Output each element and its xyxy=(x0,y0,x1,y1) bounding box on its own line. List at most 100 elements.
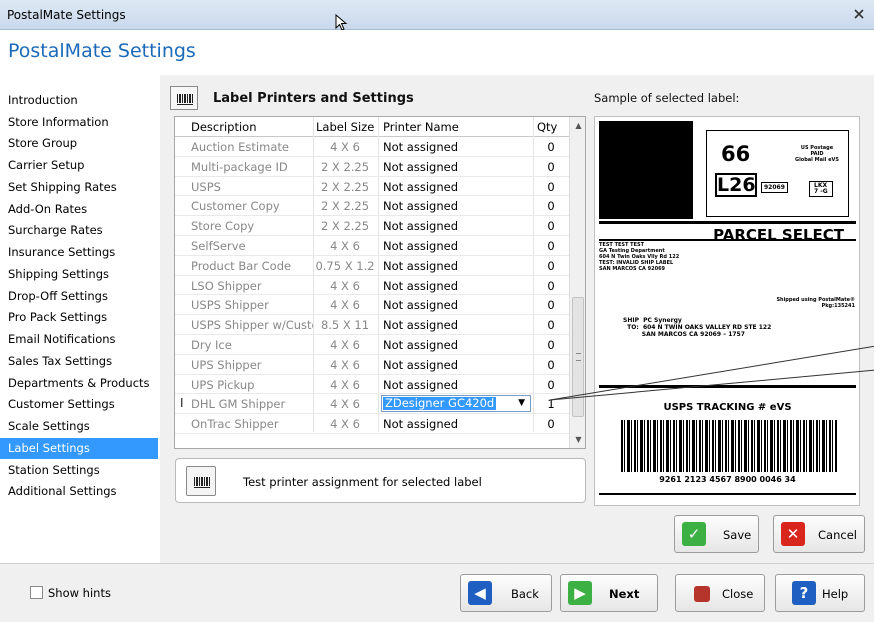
sidebar-item-set-shipping-rates[interactable]: Set Shipping Rates xyxy=(0,177,158,198)
barcode-icon xyxy=(194,477,210,488)
row-printer-name[interactable]: Not assigned xyxy=(383,378,533,392)
sidebar-item-drop-off-settings[interactable]: Drop-Off Settings xyxy=(0,286,158,307)
row-qty[interactable]: 0 xyxy=(533,199,569,213)
test-printer-button[interactable] xyxy=(186,466,216,496)
row-label-size: 4 X 6 xyxy=(330,140,360,154)
row-qty[interactable]: 0 xyxy=(533,239,569,253)
table-row[interactable]: Multi-package ID 2 X 2.25 Not assigned 0 xyxy=(175,157,569,177)
chevron-down-icon[interactable]: ▼ xyxy=(518,398,525,408)
row-description: UPS Pickup xyxy=(191,377,255,392)
checkmark-icon: ✓ xyxy=(682,522,706,546)
sidebar-item-customer-settings[interactable]: Customer Settings xyxy=(0,394,158,415)
window-titlebar: PostalMate Settings xyxy=(0,0,874,31)
sidebar-item-store-information[interactable]: Store Information xyxy=(0,112,158,133)
sidebar-item-sales-tax-settings[interactable]: Sales Tax Settings xyxy=(0,351,158,372)
column-header-label-size[interactable]: Label Size xyxy=(316,120,374,134)
row-qty[interactable]: 0 xyxy=(533,298,569,312)
window-close-icon[interactable] xyxy=(852,7,866,21)
back-button[interactable]: ◀ Back xyxy=(460,574,552,612)
sidebar-item-introduction[interactable]: Introduction xyxy=(0,90,158,111)
close-button[interactable]: Close xyxy=(675,574,765,612)
label-zone: 66 xyxy=(721,142,751,166)
label-indicia-block xyxy=(599,121,693,219)
row-printer-name[interactable]: Not assigned xyxy=(383,239,533,253)
sidebar-item-pro-pack-settings[interactable]: Pro Pack Settings xyxy=(0,307,158,328)
label-barcode xyxy=(621,420,837,472)
column-header-printer-name[interactable]: Printer Name xyxy=(383,120,459,134)
table-row[interactable]: USPS 2 X 2.25 Not assigned 0 xyxy=(175,177,569,197)
table-row[interactable]: OnTrac Shipper 4 X 6 Not assigned 0 xyxy=(175,414,569,434)
sidebar-item-additional-settings[interactable]: Additional Settings xyxy=(0,481,158,502)
table-row[interactable]: Store Copy 2 X 2.25 Not assigned 0 xyxy=(175,216,569,236)
table-row[interactable]: UPS Shipper 4 X 6 Not assigned 0 xyxy=(175,355,569,375)
row-printer-name[interactable]: Not assigned xyxy=(383,219,533,233)
row-printer-name[interactable]: Not assigned xyxy=(383,279,533,293)
next-button-label: Next xyxy=(609,587,640,601)
row-printer-name[interactable]: Not assigned xyxy=(383,140,533,154)
sidebar-item-shipping-settings[interactable]: Shipping Settings xyxy=(0,264,158,285)
table-row[interactable]: Dry Ice 4 X 6 Not assigned 0 xyxy=(175,335,569,355)
next-button[interactable]: ▶ Next xyxy=(560,574,658,612)
row-printer-name[interactable]: Not assigned xyxy=(383,338,533,352)
table-row-selected[interactable]: I DHL GM Shipper 4 X 6 ZDesigner GC420d … xyxy=(175,394,569,415)
row-printer-name[interactable]: Not assigned xyxy=(383,318,533,332)
row-label-size: 4 X 6 xyxy=(330,397,360,412)
sidebar-item-station-settings[interactable]: Station Settings xyxy=(0,460,158,481)
row-label-size: 4 X 6 xyxy=(330,278,360,293)
row-label-size: 4 X 6 xyxy=(330,357,360,372)
row-qty[interactable]: 0 xyxy=(533,160,569,174)
row-qty[interactable]: 0 xyxy=(533,140,569,154)
row-qty[interactable]: 0 xyxy=(533,318,569,332)
table-row[interactable]: Product Bar Code 0.75 X 1.2 Not assigned… xyxy=(175,256,569,276)
save-button[interactable]: ✓ Save xyxy=(674,515,759,553)
table-row[interactable]: LSO Shipper 4 X 6 Not assigned 0 xyxy=(175,276,569,296)
sidebar-item-carrier-setup[interactable]: Carrier Setup xyxy=(0,155,158,176)
row-printer-name[interactable]: Not assigned xyxy=(383,160,533,174)
sidebar-item-email-notifications[interactable]: Email Notifications xyxy=(0,329,158,350)
table-row[interactable]: SelfServe 4 X 6 Not assigned 0 xyxy=(175,236,569,256)
row-printer-name[interactable]: Not assigned xyxy=(383,180,533,194)
row-qty[interactable]: 0 xyxy=(533,219,569,233)
row-printer-name[interactable]: Not assigned xyxy=(383,199,533,213)
row-printer-name[interactable]: Not assigned xyxy=(383,358,533,372)
row-qty[interactable]: 0 xyxy=(533,259,569,273)
callout-lines xyxy=(549,346,874,401)
sidebar-item-add-on-rates[interactable]: Add-On Rates xyxy=(0,199,158,220)
row-label-size: 2 X 2.25 xyxy=(320,159,370,174)
sidebar-item-store-group[interactable]: Store Group xyxy=(0,133,158,154)
sidebar-item-surcharge-rates[interactable]: Surcharge Rates xyxy=(0,220,158,241)
help-button[interactable]: ? Help xyxy=(775,574,865,612)
row-printer-name[interactable]: Not assigned xyxy=(383,417,533,431)
sidebar-item-departments-products[interactable]: Departments & Products xyxy=(0,373,158,394)
label-printer-icon xyxy=(170,86,198,110)
table-row[interactable]: UPS Pickup 4 X 6 Not assigned 0 xyxy=(175,375,569,395)
table-row[interactable]: Customer Copy 2 X 2.25 Not assigned 0 xyxy=(175,196,569,217)
row-label-size: 4 X 6 xyxy=(330,377,360,392)
show-hints-checkbox[interactable] xyxy=(30,586,43,599)
table-row[interactable]: USPS Shipper 4 X 6 Not assigned 0 xyxy=(175,295,569,316)
printer-select-dropdown[interactable]: ZDesigner GC420d ▼ xyxy=(381,395,531,413)
table-row[interactable]: Auction Estimate 4 X 6 Not assigned 0 xyxy=(175,137,569,157)
label-shipped-using: Shipped using PostalMate® Pkg:135241 xyxy=(776,297,855,309)
close-button-label: Close xyxy=(722,587,754,601)
column-header-qty[interactable]: Qty xyxy=(537,120,557,134)
row-qty[interactable]: 0 xyxy=(533,417,569,431)
label-printers-grid[interactable]: Description Label Size Printer Name Qty … xyxy=(174,116,586,449)
row-qty[interactable]: 0 xyxy=(533,180,569,194)
row-description: DHL GM Shipper xyxy=(191,397,286,412)
sidebar-item-insurance-settings[interactable]: Insurance Settings xyxy=(0,242,158,263)
sidebar-item-scale-settings[interactable]: Scale Settings xyxy=(0,416,158,437)
row-printer-name[interactable]: Not assigned xyxy=(383,259,533,273)
cancel-button[interactable]: ✕ Cancel xyxy=(773,515,865,553)
row-label-size: 4 X 6 xyxy=(330,417,360,432)
row-qty[interactable]: 0 xyxy=(533,279,569,293)
row-printer-name[interactable]: Not assigned xyxy=(383,298,533,312)
column-header-description[interactable]: Description xyxy=(191,120,257,134)
table-row[interactable]: USPS Shipper w/Custor 8.5 X 11 Not assig… xyxy=(175,315,569,335)
scroll-down-icon[interactable]: ▼ xyxy=(570,431,585,448)
x-icon: ✕ xyxy=(781,522,805,546)
label-postage-text: US Postage PAID Global Mail eVS xyxy=(794,145,840,163)
label-ship-to: SHIP PC Synergy TO: 604 N TWIN OAKS VALL… xyxy=(623,317,772,338)
scroll-up-icon[interactable]: ▲ xyxy=(570,117,585,134)
sidebar-item-label-settings[interactable]: Label Settings xyxy=(0,438,158,459)
